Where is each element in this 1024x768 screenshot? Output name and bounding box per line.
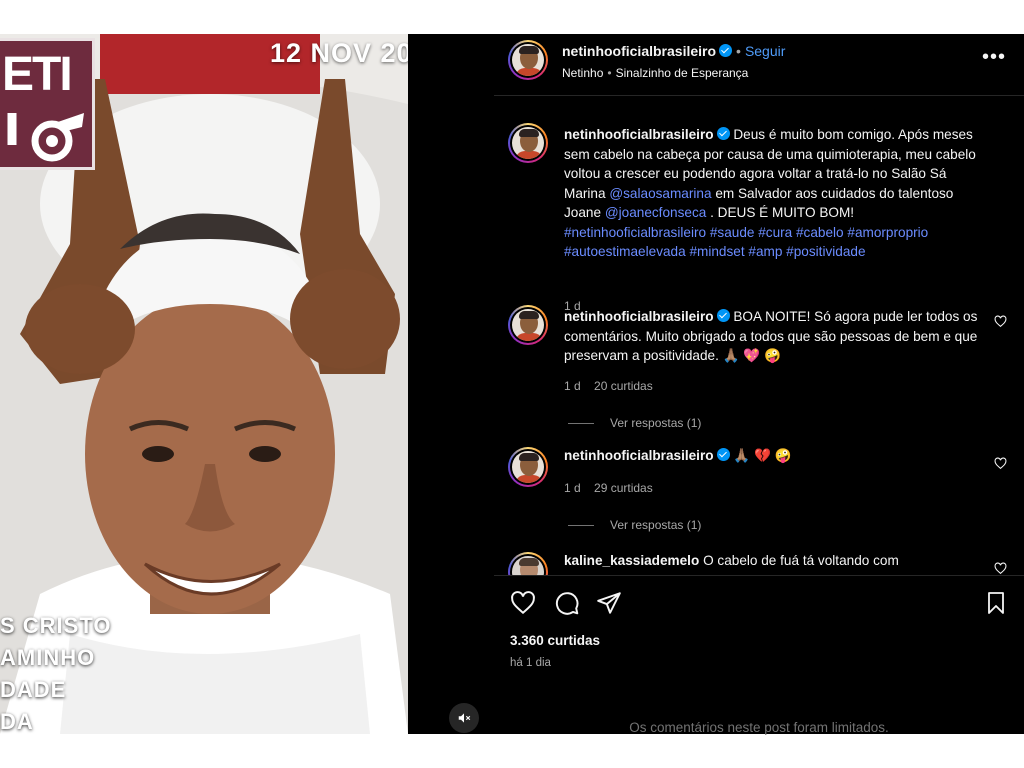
audio-track-link[interactable]: Sinalzinho de Esperança (616, 66, 749, 80)
heart-icon[interactable] (994, 457, 1007, 470)
audio-artist-link[interactable]: Netinho (562, 66, 603, 80)
replies-divider (568, 423, 594, 425)
post-dialog: ETI 12 NOV 2025 S CRISTO AMINHO DADE DA (0, 34, 1024, 735)
commenter-avatar[interactable] (508, 552, 548, 575)
verified-badge-icon (719, 44, 733, 57)
comment-text: netinhooficialbrasileiro BOA NOITE! Só a… (564, 307, 984, 366)
view-replies-label[interactable]: Ver respostas (1) (610, 416, 701, 430)
caption-line: DADE (0, 677, 67, 702)
caption-line: AMINHO (0, 645, 96, 670)
header-line: netinhooficialbrasileiro • Seguir (562, 43, 785, 59)
commenter-avatar[interactable] (508, 447, 548, 487)
caption-text: netinhooficialbrasileiro Deus é muito bo… (564, 125, 976, 262)
post-actions: 3.360 curtidas há 1 dia Os comentários n… (494, 575, 1024, 735)
heart-icon[interactable] (994, 562, 1007, 575)
mute-button[interactable] (449, 703, 479, 733)
comment-likes[interactable]: 29 curtidas (594, 481, 653, 495)
post-header: netinhooficialbrasileiro • Seguir Netinho •… (494, 34, 1024, 96)
follow-button[interactable]: Seguir (745, 43, 785, 59)
caption-line: S CRISTO (0, 613, 112, 638)
author-avatar[interactable] (508, 40, 548, 80)
comment-time: 1 d (564, 481, 581, 495)
header-subtitle: Netinho • Sinalzinho de Esperança (562, 66, 748, 80)
verified-badge-icon (716, 448, 730, 461)
share-icon[interactable] (596, 590, 622, 616)
heart-icon[interactable] (510, 590, 536, 616)
comment-text: kaline_kassiademelo O cabelo de fuá tá v… (564, 551, 976, 571)
view-replies-button[interactable]: Ver respostas (1) (568, 416, 701, 430)
mention-link[interactable]: @salaosamarina (609, 186, 711, 201)
verified-badge-icon (716, 309, 730, 322)
comment-icon[interactable] (554, 590, 580, 616)
mention-link[interactable]: @joanecfonseca (605, 205, 706, 220)
comment-meta: 1 d 29 curtidas (564, 481, 663, 495)
comments-list[interactable]: netinhooficialbrasileiro Deus é muito bo… (494, 97, 1024, 575)
post-media[interactable]: ETI 12 NOV 2025 S CRISTO AMINHO DADE DA (0, 34, 494, 734)
post-details-panel: netinhooficialbrasileiro • Seguir Netinho •… (494, 34, 1024, 735)
author-username[interactable]: netinhooficialbrasileiro (562, 43, 716, 59)
brand-logo-text: ETI (2, 48, 73, 101)
heart-icon[interactable] (994, 315, 1007, 328)
brand-logo-badge: ETI (0, 38, 95, 170)
comments-limited-notice: Os comentários neste post foram limitado… (629, 720, 889, 735)
comment-body: O cabelo de fuá tá voltando com (703, 553, 899, 568)
muted-speaker-icon (458, 713, 471, 723)
comment-body: 🙏🏽 💔 🤪 (733, 448, 792, 463)
view-replies-label[interactable]: Ver respostas (1) (610, 518, 701, 532)
separator-dot: • (607, 66, 612, 80)
comment-username[interactable]: netinhooficialbrasileiro (564, 448, 714, 463)
verified-badge-icon (716, 127, 730, 140)
caption-text-part: . DEUS É MUITO BOM! (706, 205, 855, 220)
author-avatar[interactable] (508, 123, 548, 163)
date-overlay: 12 NOV 2025 (270, 38, 408, 68)
bookmark-icon[interactable] (984, 590, 1008, 616)
hashtags[interactable]: #netinhooficialbrasileiro #saude #cura #… (564, 225, 928, 260)
comment-username[interactable]: kaline_kassiademelo (564, 553, 699, 568)
replies-divider (568, 525, 594, 527)
more-options-button[interactable]: ••• (982, 46, 1006, 69)
commenter-avatar[interactable] (508, 305, 548, 345)
comment-time: 1 d (564, 379, 581, 393)
likes-count[interactable]: 3.360 curtidas (510, 633, 600, 648)
comment-username[interactable]: netinhooficialbrasileiro (564, 309, 714, 324)
video-caption-overlay: S CRISTO AMINHO DADE DA (0, 610, 130, 734)
separator-dot: • (736, 43, 741, 59)
view-replies-button[interactable]: Ver respostas (1) (568, 518, 701, 532)
post-photo[interactable]: ETI 12 NOV 2025 S CRISTO AMINHO DADE DA (0, 34, 408, 734)
whistle-icon (7, 113, 84, 162)
comment-likes[interactable]: 20 curtidas (594, 379, 653, 393)
caption-line: DA (0, 709, 34, 734)
post-time: há 1 dia (510, 657, 551, 669)
caption-username[interactable]: netinhooficialbrasileiro (564, 127, 714, 142)
comment-meta: 1 d 20 curtidas (564, 379, 663, 393)
comment-text: netinhooficialbrasileiro 🙏🏽 💔 🤪 (564, 446, 976, 466)
